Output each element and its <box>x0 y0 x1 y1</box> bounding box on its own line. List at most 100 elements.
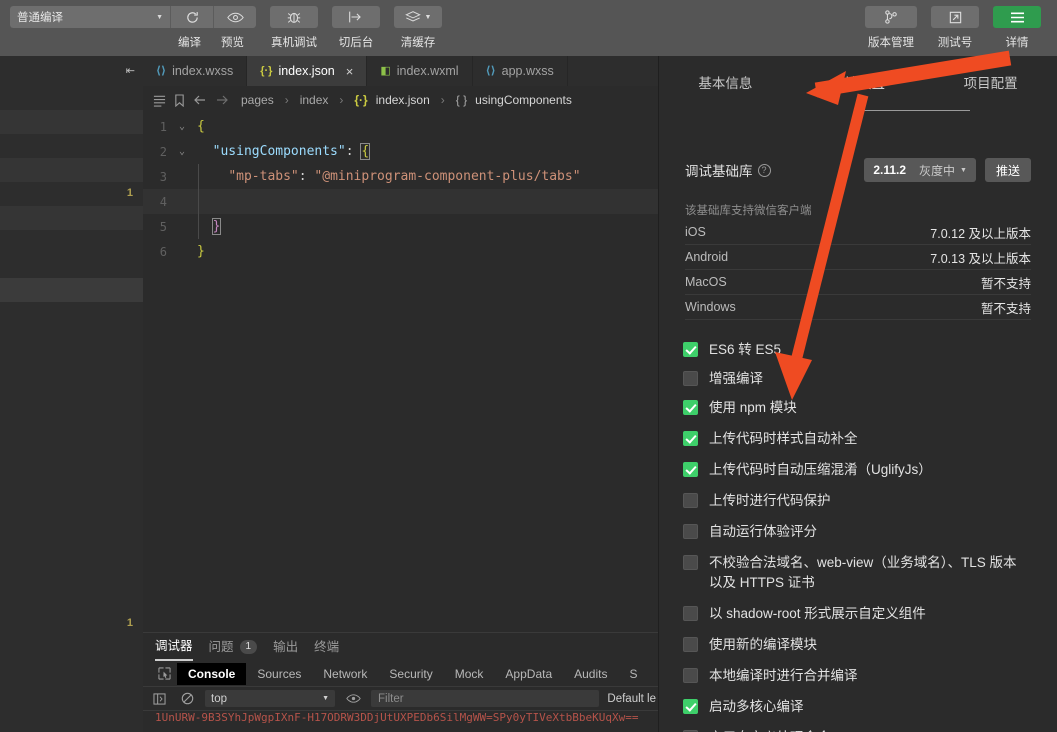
forward-arrow-icon[interactable] <box>215 94 229 106</box>
devtools-tab-network[interactable]: Network <box>312 663 378 685</box>
option-style-autocomplete-on-upload[interactable]: 上传代码时样式自动补全 <box>683 429 1031 449</box>
option-minify-on-upload[interactable]: 上传代码时自动压缩混淆（UglifyJs） <box>683 460 1031 480</box>
checkbox[interactable] <box>683 431 698 446</box>
checkbox[interactable] <box>683 668 698 683</box>
option-merge-compile-local[interactable]: 本地编译时进行合并编译 <box>683 666 1031 686</box>
option-auto-experience-score[interactable]: 自动运行体验评分 <box>683 522 1031 542</box>
option-new-compile-module[interactable]: 使用新的编译模块 <box>683 635 1031 655</box>
details-button[interactable] <box>993 6 1041 28</box>
option-custom-process-command[interactable]: 启用自定义处理命令 <box>683 728 1031 732</box>
option-skip-domain-check[interactable]: 不校验合法域名、web-view（业务域名）、TLS 版本以及 HTTPS 证书 <box>683 553 1031 593</box>
compile-mode-select[interactable]: 普通编译 ▼ <box>10 6 170 28</box>
bookmark-icon[interactable] <box>174 93 185 107</box>
inspect-element-icon[interactable] <box>151 667 177 680</box>
console-tab-debugger[interactable]: 调试器 <box>155 633 193 661</box>
checkbox[interactable] <box>683 606 698 621</box>
checkbox[interactable] <box>683 400 698 415</box>
file-tree-pane[interactable]: ⇤ 1 1 <box>0 56 143 732</box>
preview-button[interactable] <box>213 6 256 28</box>
real-device-debug-label: 真机调试 <box>271 37 317 49</box>
version-manage[interactable]: 版本管理 <box>865 6 917 50</box>
console-tab-terminal[interactable]: 终端 <box>314 633 339 661</box>
editor-tab-index-json[interactable]: {·} index.json × <box>247 56 368 86</box>
tree-row[interactable] <box>0 158 143 182</box>
checkbox[interactable] <box>683 637 698 652</box>
option-shadow-root-custom-components[interactable]: 以 shadow-root 形式展示自定义组件 <box>683 604 1031 624</box>
question-mark-icon[interactable]: ? <box>757 163 771 177</box>
devtools-tab-more[interactable]: S <box>618 663 648 685</box>
tree-row[interactable]: 1 <box>0 612 143 636</box>
console-level-select[interactable]: Default le <box>607 693 658 705</box>
console-filter-input[interactable]: Filter <box>371 690 600 707</box>
option-multicore-compile[interactable]: 启动多核心编译 <box>683 697 1031 717</box>
eye-icon[interactable] <box>343 693 363 704</box>
clear-cache-button[interactable]: ▼ <box>394 6 442 28</box>
devtools-tab-security[interactable]: Security <box>378 663 443 685</box>
checkbox[interactable] <box>683 555 698 570</box>
tree-row[interactable] <box>0 134 143 158</box>
tree-row[interactable] <box>0 254 143 278</box>
breadcrumb-index-json[interactable]: index.json <box>376 93 430 107</box>
real-device-debug[interactable]: 真机调试 <box>270 6 318 50</box>
close-icon[interactable]: × <box>346 64 354 79</box>
compile-button[interactable] <box>170 6 213 28</box>
option-code-protection-on-upload[interactable]: 上传时进行代码保护 <box>683 491 1031 511</box>
outline-icon[interactable] <box>153 94 166 107</box>
checkbox[interactable] <box>683 524 698 539</box>
editor-tab-app-wxss[interactable]: ⟨⟩ app.wxss <box>472 56 568 86</box>
fold-toggle-icon[interactable]: ⌄ <box>173 121 191 132</box>
breadcrumb-index[interactable]: index <box>300 93 329 107</box>
switch-background[interactable]: 切后台 <box>332 6 380 50</box>
table-row: MacOS 暂不支持 <box>685 270 1031 295</box>
version-manage-button[interactable] <box>865 6 917 28</box>
devtools-tab-console[interactable]: Console <box>177 662 247 685</box>
checkbox[interactable] <box>683 493 698 508</box>
console-tab-label: 终端 <box>314 640 340 654</box>
console-tab-problems[interactable]: 问题 1 <box>209 633 258 661</box>
detail-tab-basic-info[interactable]: 基本信息 <box>659 56 792 112</box>
tree-row[interactable] <box>0 206 143 230</box>
checkbox[interactable] <box>683 462 698 477</box>
base-library-version-select[interactable]: 2.11.2 灰度中 ▼ <box>864 158 976 182</box>
clear-console-icon[interactable] <box>177 692 197 705</box>
console-context-select[interactable]: top ▼ <box>205 690 335 707</box>
clear-cache[interactable]: ▼ 清缓存 <box>394 6 442 50</box>
option-use-npm[interactable]: 使用 npm 模块 <box>683 398 1031 418</box>
checkbox[interactable] <box>683 342 698 357</box>
tree-row[interactable] <box>0 110 143 134</box>
switch-background-button[interactable] <box>332 6 380 28</box>
devtools-tab-audits[interactable]: Audits <box>563 663 618 685</box>
breadcrumb-pages[interactable]: pages <box>241 93 274 107</box>
option-enhanced-compile[interactable]: 增强编译 <box>683 369 1031 389</box>
collapse-sidebar-icon[interactable]: ⇤ <box>126 64 135 77</box>
devtools-tab-sources[interactable]: Sources <box>246 663 312 685</box>
breadcrumb-usingcomponents[interactable]: usingComponents <box>475 93 572 107</box>
console-sidebar-icon[interactable] <box>149 692 169 705</box>
test-number-button[interactable] <box>931 6 979 28</box>
console-tab-output[interactable]: 输出 <box>273 633 298 661</box>
editor-tab-index-wxss[interactable]: ⟨⟩ index.wxss <box>143 56 248 86</box>
option-es6-to-es5[interactable]: ES6 转 ES5 <box>683 340 1031 360</box>
tree-row[interactable]: 1 <box>0 182 143 206</box>
tree-row[interactable] <box>0 86 143 110</box>
checkbox[interactable] <box>683 699 698 714</box>
tree-row[interactable] <box>0 230 143 254</box>
code-editor[interactable]: 1 ⌄ { 2 ⌄ "usingComponents": { 3 "mp-tab… <box>143 114 658 632</box>
devtools-tab-mock[interactable]: Mock <box>444 663 495 685</box>
details[interactable]: 详情 <box>993 6 1041 50</box>
detail-tab-project-config[interactable]: 项目配置 <box>924 56 1057 112</box>
test-number[interactable]: 测试号 <box>931 6 979 50</box>
devtools-tab-appdata[interactable]: AppData <box>494 663 563 685</box>
detail-tab-local-settings[interactable]: 本地设置 <box>792 56 925 112</box>
base-library-channel[interactable]: 灰度中 ▼ <box>919 162 967 179</box>
tree-row[interactable] <box>0 302 143 326</box>
real-device-debug-button[interactable] <box>270 6 318 28</box>
tree-row-selected[interactable] <box>0 278 143 302</box>
checkbox[interactable] <box>683 371 698 386</box>
fold-toggle-icon[interactable]: ⌄ <box>173 146 191 157</box>
back-arrow-icon[interactable] <box>193 94 207 106</box>
console-log-line: 1UnURW-9B3SYhJpWgpIXnF-H17ODRW3DDjUtUXPE… <box>155 711 639 724</box>
editor-tab-index-wxml[interactable]: ◧ index.wxml <box>367 56 473 86</box>
push-button[interactable]: 推送 <box>984 158 1031 182</box>
breadcrumb-separator: › <box>440 93 445 107</box>
